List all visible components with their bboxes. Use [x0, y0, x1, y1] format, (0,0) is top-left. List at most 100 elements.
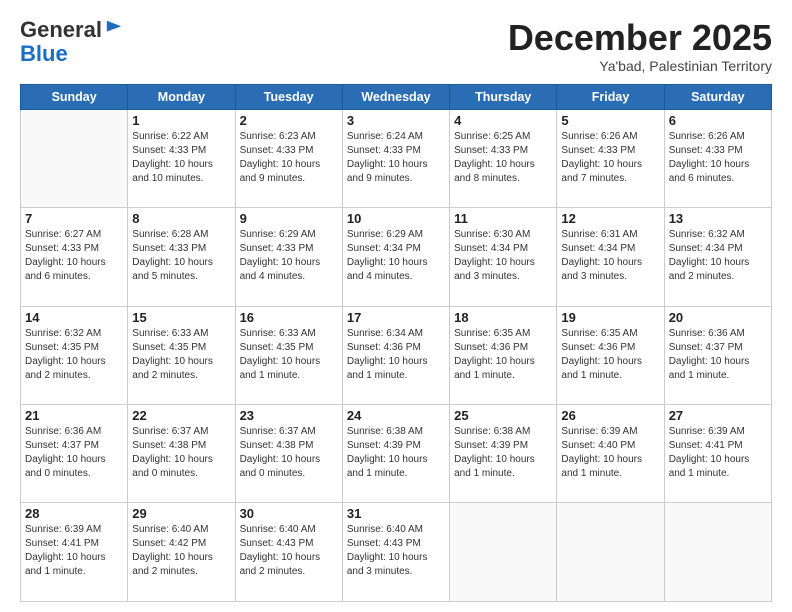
day-info: Sunrise: 6:29 AMSunset: 4:34 PMDaylight:… [347, 228, 445, 284]
weekday-header-row: SundayMondayTuesdayWednesdayThursdayFrid… [21, 84, 772, 109]
logo-flag-icon [105, 19, 123, 37]
day-number: 10 [347, 211, 445, 226]
page: General Blue December 2025 Ya'bad, Pales… [0, 0, 792, 612]
calendar-cell: 17Sunrise: 6:34 AMSunset: 4:36 PMDayligh… [342, 306, 449, 404]
calendar-cell: 19 Sunrise: 6:35 AMSunset: 4:36 PMDayligh… [557, 306, 664, 404]
day-info: Sunrise: 6:39 AMSunset: 4:41 PMDaylight:… [669, 425, 767, 481]
day-number: 23 [240, 408, 338, 423]
calendar-cell [21, 109, 128, 207]
calendar-cell: 4 Sunrise: 6:25 AMSunset: 4:33 PMDaylight… [450, 109, 557, 207]
day-number: 29 [132, 506, 230, 521]
day-number: 13 [669, 211, 767, 226]
logo-blue-text: Blue [20, 42, 123, 66]
day-info: Sunrise: 6:36 AMSunset: 4:37 PMDaylight:… [669, 327, 767, 383]
day-number: 28 [25, 506, 123, 521]
calendar-cell: 21Sunrise: 6:36 AMSunset: 4:37 PMDayligh… [21, 405, 128, 503]
calendar-cell: 15Sunrise: 6:33 AMSunset: 4:35 PMDayligh… [128, 306, 235, 404]
day-info: Sunrise: 6:39 AMSunset: 4:41 PMDaylight:… [25, 523, 123, 579]
week-row-5: 28 Sunrise: 6:39 AMSunset: 4:41 PMDayligh… [21, 503, 772, 602]
day-info: Sunrise: 6:25 AMSunset: 4:33 PMDaylight:… [454, 130, 552, 186]
calendar-cell [664, 503, 771, 602]
calendar-cell: 25 Sunrise: 6:38 AMSunset: 4:39 PMDayligh… [450, 405, 557, 503]
day-info: Sunrise: 6:28 AMSunset: 4:33 PMDaylight:… [132, 228, 230, 284]
day-number: 19 [561, 310, 659, 325]
day-info: Sunrise: 6:24 AMSunset: 4:33 PMDaylight:… [347, 130, 445, 186]
calendar-cell: 9 Sunrise: 6:29 AMSunset: 4:33 PMDaylight… [235, 208, 342, 306]
week-row-2: 7Sunrise: 6:27 AMSunset: 4:33 PMDaylight… [21, 208, 772, 306]
day-number: 2 [240, 113, 338, 128]
day-info: Sunrise: 6:26 AMSunset: 4:33 PMDaylight:… [561, 130, 659, 186]
week-row-1: 1 Sunrise: 6:22 AMSunset: 4:33 PMDaylight… [21, 109, 772, 207]
day-number: 26 [561, 408, 659, 423]
day-number: 1 [132, 113, 230, 128]
day-info: Sunrise: 6:38 AMSunset: 4:39 PMDaylight:… [347, 425, 445, 481]
day-info: Sunrise: 6:35 AMSunset: 4:36 PMDaylight:… [561, 327, 659, 383]
header: General Blue December 2025 Ya'bad, Pales… [20, 18, 772, 74]
weekday-header-wednesday: Wednesday [342, 84, 449, 109]
day-number: 5 [561, 113, 659, 128]
day-number: 30 [240, 506, 338, 521]
day-info: Sunrise: 6:33 AMSunset: 4:35 PMDaylight:… [132, 327, 230, 383]
calendar-cell: 26 Sunrise: 6:39 AMSunset: 4:40 PMDayligh… [557, 405, 664, 503]
day-info: Sunrise: 6:37 AMSunset: 4:38 PMDaylight:… [132, 425, 230, 481]
location: Ya'bad, Palestinian Territory [508, 58, 772, 74]
title-area: December 2025 Ya'bad, Palestinian Territ… [508, 18, 772, 74]
calendar-cell: 29Sunrise: 6:40 AMSunset: 4:42 PMDayligh… [128, 503, 235, 602]
day-info: Sunrise: 6:32 AMSunset: 4:35 PMDaylight:… [25, 327, 123, 383]
calendar-cell: 30 Sunrise: 6:40 AMSunset: 4:43 PMDayligh… [235, 503, 342, 602]
day-number: 20 [669, 310, 767, 325]
day-info: Sunrise: 6:40 AMSunset: 4:43 PMDaylight:… [347, 523, 445, 579]
day-number: 21 [25, 408, 123, 423]
calendar-cell: 7Sunrise: 6:27 AMSunset: 4:33 PMDaylight… [21, 208, 128, 306]
calendar-cell: 6 Sunrise: 6:26 AMSunset: 4:33 PMDaylight… [664, 109, 771, 207]
calendar-cell: 27Sunrise: 6:39 AMSunset: 4:41 PMDayligh… [664, 405, 771, 503]
logo: General Blue [20, 18, 123, 66]
day-number: 16 [240, 310, 338, 325]
calendar-cell: 1 Sunrise: 6:22 AMSunset: 4:33 PMDaylight… [128, 109, 235, 207]
calendar-cell [557, 503, 664, 602]
day-info: Sunrise: 6:38 AMSunset: 4:39 PMDaylight:… [454, 425, 552, 481]
day-number: 3 [347, 113, 445, 128]
logo-general-text: General [20, 18, 102, 42]
calendar-cell: 24 Sunrise: 6:38 AMSunset: 4:39 PMDayligh… [342, 405, 449, 503]
weekday-header-friday: Friday [557, 84, 664, 109]
week-row-3: 14 Sunrise: 6:32 AMSunset: 4:35 PMDayligh… [21, 306, 772, 404]
day-number: 4 [454, 113, 552, 128]
day-info: Sunrise: 6:22 AMSunset: 4:33 PMDaylight:… [132, 130, 230, 186]
calendar-cell: 2 Sunrise: 6:23 AMSunset: 4:33 PMDaylight… [235, 109, 342, 207]
day-info: Sunrise: 6:29 AMSunset: 4:33 PMDaylight:… [240, 228, 338, 284]
day-info: Sunrise: 6:40 AMSunset: 4:43 PMDaylight:… [240, 523, 338, 579]
calendar-cell [450, 503, 557, 602]
month-title: December 2025 [508, 18, 772, 58]
calendar-table: SundayMondayTuesdayWednesdayThursdayFrid… [20, 84, 772, 602]
day-number: 31 [347, 506, 445, 521]
day-number: 6 [669, 113, 767, 128]
day-number: 24 [347, 408, 445, 423]
calendar-cell: 11Sunrise: 6:30 AMSunset: 4:34 PMDayligh… [450, 208, 557, 306]
weekday-header-saturday: Saturday [664, 84, 771, 109]
calendar-cell: 8Sunrise: 6:28 AMSunset: 4:33 PMDaylight… [128, 208, 235, 306]
weekday-header-thursday: Thursday [450, 84, 557, 109]
day-info: Sunrise: 6:39 AMSunset: 4:40 PMDaylight:… [561, 425, 659, 481]
day-info: Sunrise: 6:27 AMSunset: 4:33 PMDaylight:… [25, 228, 123, 284]
calendar-cell: 28 Sunrise: 6:39 AMSunset: 4:41 PMDayligh… [21, 503, 128, 602]
calendar-cell: 12 Sunrise: 6:31 AMSunset: 4:34 PMDayligh… [557, 208, 664, 306]
day-info: Sunrise: 6:26 AMSunset: 4:33 PMDaylight:… [669, 130, 767, 186]
weekday-header-monday: Monday [128, 84, 235, 109]
day-number: 22 [132, 408, 230, 423]
day-number: 25 [454, 408, 552, 423]
calendar-cell: 22 Sunrise: 6:37 AMSunset: 4:38 PMDayligh… [128, 405, 235, 503]
day-number: 11 [454, 211, 552, 226]
day-info: Sunrise: 6:23 AMSunset: 4:33 PMDaylight:… [240, 130, 338, 186]
day-number: 12 [561, 211, 659, 226]
day-info: Sunrise: 6:34 AMSunset: 4:36 PMDaylight:… [347, 327, 445, 383]
calendar-cell: 10 Sunrise: 6:29 AMSunset: 4:34 PMDayligh… [342, 208, 449, 306]
day-info: Sunrise: 6:32 AMSunset: 4:34 PMDaylight:… [669, 228, 767, 284]
day-info: Sunrise: 6:31 AMSunset: 4:34 PMDaylight:… [561, 228, 659, 284]
day-number: 9 [240, 211, 338, 226]
week-row-4: 21Sunrise: 6:36 AMSunset: 4:37 PMDayligh… [21, 405, 772, 503]
calendar-cell: 16Sunrise: 6:33 AMSunset: 4:35 PMDayligh… [235, 306, 342, 404]
day-number: 14 [25, 310, 123, 325]
calendar-cell: 3 Sunrise: 6:24 AMSunset: 4:33 PMDaylight… [342, 109, 449, 207]
day-info: Sunrise: 6:37 AMSunset: 4:38 PMDaylight:… [240, 425, 338, 481]
